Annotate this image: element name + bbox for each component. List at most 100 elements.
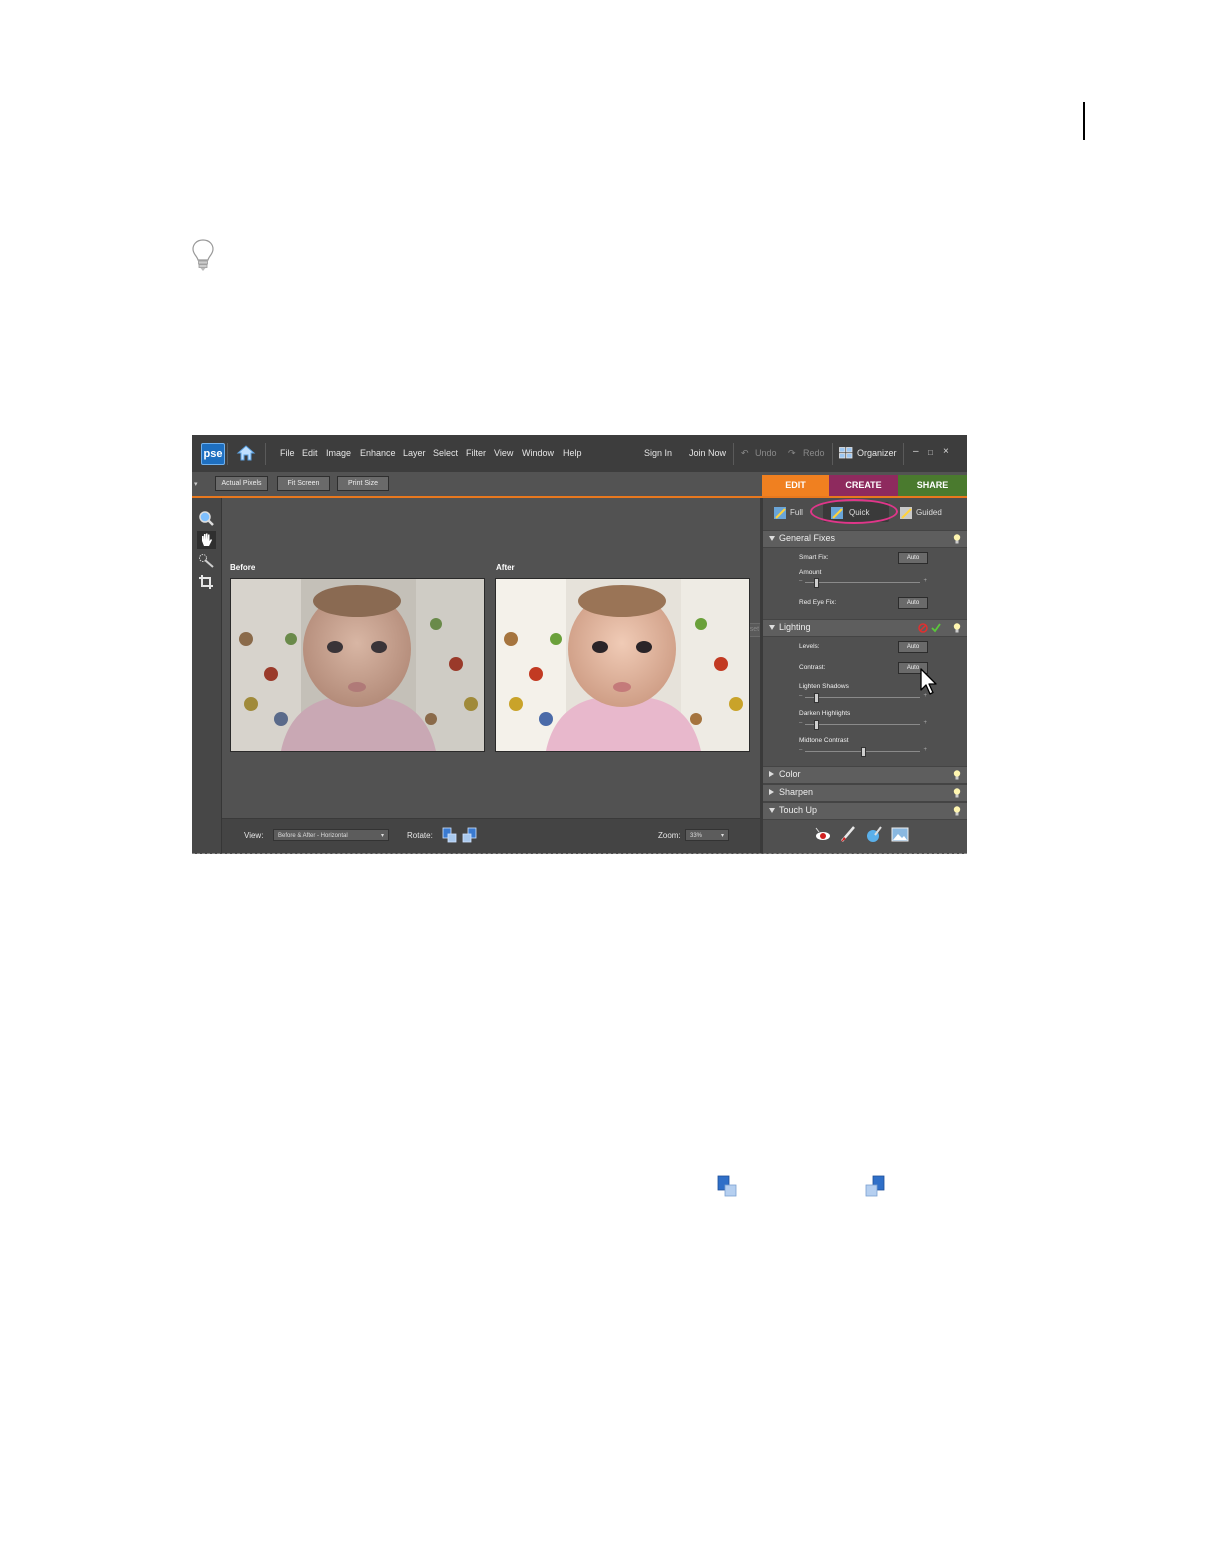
menu-filter[interactable]: Filter xyxy=(466,448,486,458)
lighten-shadows-slider[interactable]: – + xyxy=(799,693,927,703)
full-edit-icon[interactable] xyxy=(773,506,787,520)
actual-pixels-button[interactable]: Actual Pixels xyxy=(215,476,268,491)
menu-view[interactable]: View xyxy=(494,448,513,458)
general-fixes-header[interactable]: General Fixes xyxy=(763,530,967,548)
blue-skies-icon[interactable] xyxy=(865,825,883,843)
slider-track xyxy=(805,582,920,583)
menu-window[interactable]: Window xyxy=(522,448,554,458)
hand-tool-icon[interactable] xyxy=(197,531,216,549)
rotate-label: Rotate: xyxy=(407,831,433,840)
tab-create[interactable]: CREATE xyxy=(829,475,898,496)
collapse-triangle-icon xyxy=(769,771,774,777)
photoshop-elements-window: pse File Edit Image Enhance Layer Select… xyxy=(192,435,967,854)
zoom-tool-icon[interactable] xyxy=(197,510,216,528)
black-and-white-icon[interactable] xyxy=(891,827,909,842)
levels-auto-button[interactable]: Auto xyxy=(898,641,928,653)
touch-up-tools xyxy=(807,825,927,845)
tip-bulb-icon[interactable] xyxy=(953,623,961,633)
rotate-left-icon xyxy=(717,1175,737,1197)
chevron-down-icon: ▾ xyxy=(720,833,724,839)
expand-triangle-icon xyxy=(769,625,775,630)
mouse-cursor-icon xyxy=(920,668,937,695)
tab-edit[interactable]: EDIT xyxy=(762,475,829,496)
tip-bulb-icon[interactable] xyxy=(953,770,961,780)
menu-image[interactable]: Image xyxy=(326,448,351,458)
organizer-grid-icon[interactable] xyxy=(839,447,853,459)
touch-up-header[interactable]: Touch Up xyxy=(763,802,967,820)
rotate-left-icon[interactable] xyxy=(442,827,457,843)
zoom-label: Zoom: xyxy=(658,831,681,840)
tip-bulb-icon[interactable] xyxy=(953,534,961,544)
mode-full[interactable]: Full xyxy=(790,508,803,517)
print-size-button[interactable]: Print Size xyxy=(337,476,389,491)
before-photo xyxy=(230,578,485,752)
midtone-contrast-slider[interactable]: – + xyxy=(799,747,927,757)
menu-layer[interactable]: Layer xyxy=(403,448,426,458)
touch-up-title: Touch Up xyxy=(779,805,818,815)
expand-triangle-icon xyxy=(769,536,775,541)
cancel-icon[interactable] xyxy=(918,623,928,633)
lighting-header[interactable]: Lighting xyxy=(763,619,967,637)
amount-slider[interactable]: – + xyxy=(799,578,927,588)
undo-icon[interactable]: ↶ xyxy=(741,448,749,459)
redo-icon[interactable]: ↷ xyxy=(788,448,796,459)
tip-bulb-icon[interactable] xyxy=(953,788,961,798)
darken-highlights-slider[interactable]: – + xyxy=(799,720,927,730)
menu-separator xyxy=(832,443,833,465)
organizer-button[interactable]: Organizer xyxy=(857,448,897,458)
menu-separator xyxy=(733,443,734,465)
rotate-right-icon[interactable] xyxy=(462,827,477,843)
close-button[interactable]: × xyxy=(943,446,949,457)
commit-check-icon[interactable] xyxy=(931,623,941,633)
sharpen-header[interactable]: Sharpen xyxy=(763,784,967,802)
home-icon[interactable] xyxy=(234,442,258,464)
red-eye-tool-icon[interactable] xyxy=(813,827,831,843)
menu-separator xyxy=(227,443,228,465)
undo-button[interactable]: Undo xyxy=(755,448,777,458)
redo-button[interactable]: Redo xyxy=(803,448,825,458)
minimize-button[interactable]: – xyxy=(913,446,919,457)
join-now-link[interactable]: Join Now xyxy=(689,448,726,458)
fit-screen-button[interactable]: Fit Screen xyxy=(277,476,330,491)
page-header-rule xyxy=(1083,102,1085,140)
tip-bulb-icon[interactable] xyxy=(953,806,961,816)
slider-minus: – xyxy=(799,578,803,584)
view-label: View: xyxy=(244,831,264,840)
menu-enhance[interactable]: Enhance xyxy=(360,448,396,458)
slider-thumb[interactable] xyxy=(813,693,819,703)
quick-selection-tool-icon[interactable] xyxy=(197,552,216,570)
pse-logo: pse xyxy=(201,443,225,465)
slider-thumb[interactable] xyxy=(861,747,866,757)
whiten-teeth-brush-icon[interactable] xyxy=(839,825,857,843)
contrast-label: Contrast: xyxy=(799,664,826,671)
menu-edit[interactable]: Edit xyxy=(302,448,318,458)
menu-separator xyxy=(265,443,266,465)
highlight-ellipse xyxy=(810,499,898,524)
sign-in-link[interactable]: Sign In xyxy=(644,448,672,458)
darken-highlights-label: Darken Highlights xyxy=(799,710,851,717)
quick-fix-panel: Full Quick Guided General Fixes Smart Fi… xyxy=(760,498,967,853)
crop-tool-icon[interactable] xyxy=(197,573,216,591)
color-header[interactable]: Color xyxy=(763,766,967,784)
options-dropdown-icon[interactable]: ▾ xyxy=(194,480,198,488)
slider-thumb[interactable] xyxy=(813,720,819,730)
slider-minus: – xyxy=(799,747,803,753)
after-label: After xyxy=(496,563,515,572)
red-eye-auto-button[interactable]: Auto xyxy=(898,597,928,609)
maximize-button[interactable]: □ xyxy=(928,448,933,457)
mode-guided[interactable]: Guided xyxy=(916,508,942,517)
guided-edit-icon[interactable] xyxy=(899,506,913,520)
view-mode-dropdown[interactable]: Before & After - Horizontal ▾ xyxy=(273,829,389,841)
lighting-title: Lighting xyxy=(779,622,811,632)
menu-select[interactable]: Select xyxy=(433,448,458,458)
slider-track xyxy=(805,697,920,698)
levels-label: Levels: xyxy=(799,643,820,650)
menu-separator xyxy=(903,443,904,465)
zoom-dropdown[interactable]: 33% ▾ xyxy=(685,829,729,841)
slider-thumb[interactable] xyxy=(813,578,819,588)
tab-share[interactable]: SHARE xyxy=(898,475,967,496)
menu-file[interactable]: File xyxy=(280,448,295,458)
menu-help[interactable]: Help xyxy=(563,448,582,458)
edit-mode-switcher: Full Quick Guided xyxy=(763,498,967,530)
smart-fix-auto-button[interactable]: Auto xyxy=(898,552,928,564)
